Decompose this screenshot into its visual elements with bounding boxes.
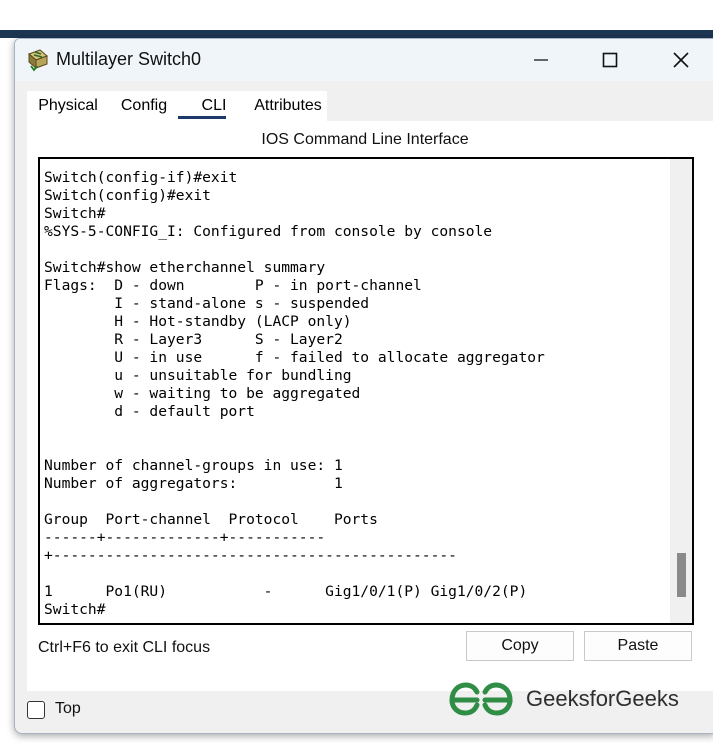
tab-config[interactable]: Config	[109, 91, 179, 121]
window-title: Multilayer Switch0	[56, 49, 202, 69]
device-window: Multilayer Switch0 Physical Config CLI A…	[14, 38, 713, 734]
maximize-icon	[602, 52, 618, 68]
cli-focus-hint: Ctrl+F6 to exit CLI focus	[38, 639, 211, 656]
desktop-taskbar-strip	[0, 30, 713, 38]
maximize-button[interactable]	[587, 39, 633, 81]
top-checkbox-label: Top	[55, 700, 81, 717]
paste-button[interactable]: Paste	[584, 631, 692, 661]
console-output[interactable]: Switch(config-if)#exit Switch(config)#ex…	[44, 169, 545, 619]
close-button[interactable]	[658, 39, 704, 81]
multilayer-switch-icon	[28, 49, 48, 72]
tab-physical[interactable]: Physical	[27, 91, 109, 121]
cli-panel: IOS Command Line Interface Switch(config…	[27, 121, 713, 691]
geeksforgeeks-logo-icon	[449, 682, 513, 716]
minimize-button[interactable]	[518, 39, 564, 81]
panel-title: IOS Command Line Interface	[261, 131, 469, 148]
title-bar[interactable]: Multilayer Switch0	[15, 39, 713, 81]
desktop-background	[0, 0, 713, 40]
minimize-icon	[534, 59, 548, 61]
copy-button[interactable]: Copy	[466, 631, 574, 661]
tab-attributes[interactable]: Attributes	[249, 91, 327, 121]
cli-console[interactable]: Switch(config-if)#exit Switch(config)#ex…	[38, 157, 694, 625]
selected-tab-indicator	[178, 116, 226, 119]
scrollbar-thumb[interactable]	[677, 553, 686, 597]
top-checkbox[interactable]	[27, 701, 45, 719]
console-scrollbar[interactable]	[670, 159, 692, 623]
watermark-text: GeeksforGeeks	[526, 686, 679, 711]
close-icon	[673, 52, 689, 68]
